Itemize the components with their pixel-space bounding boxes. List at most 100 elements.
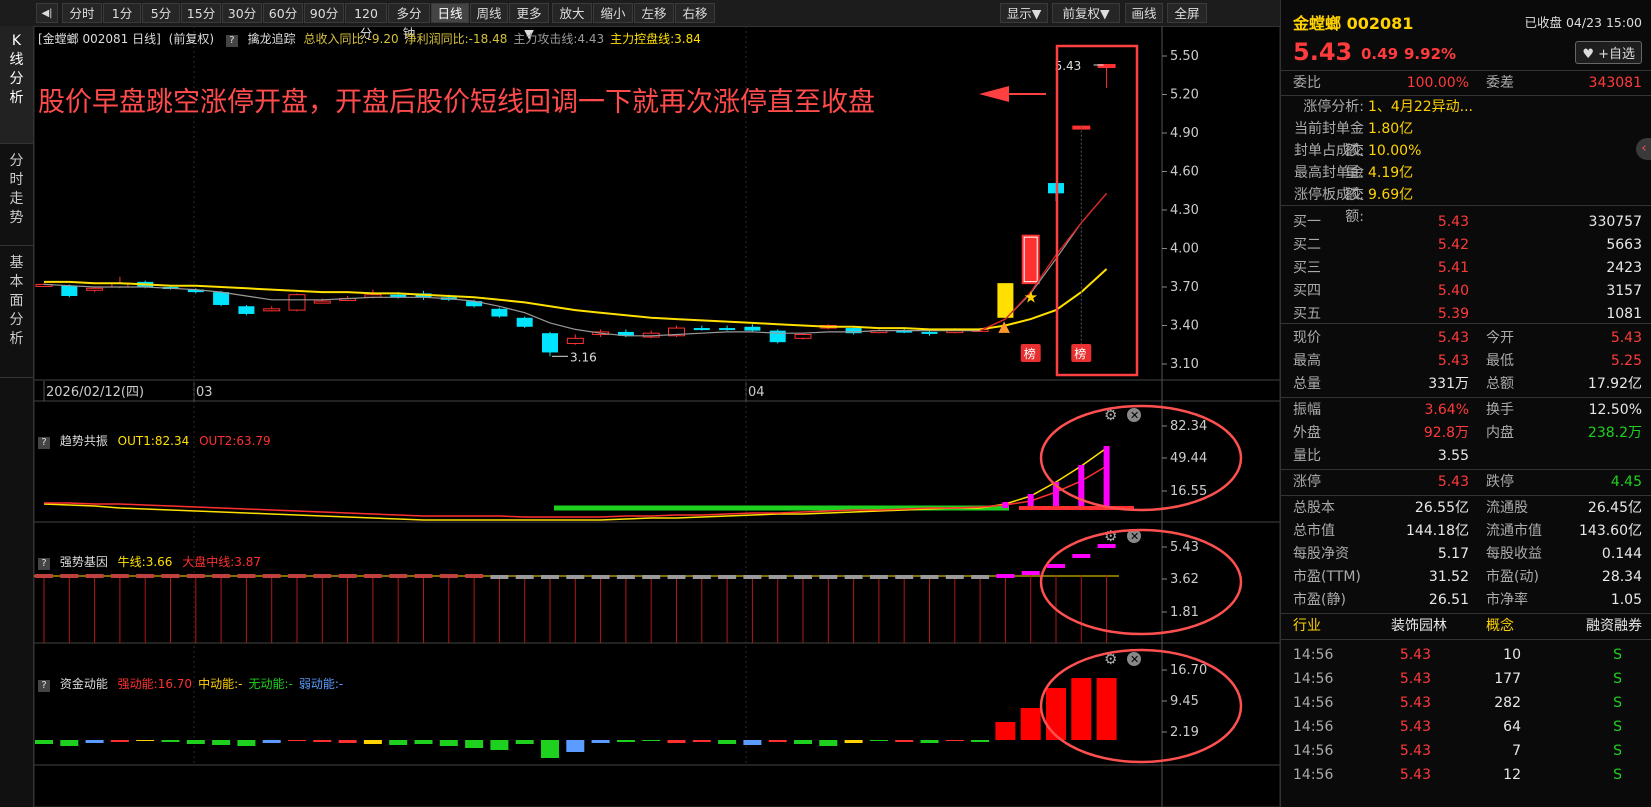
toolbar-right-button-3[interactable]: 全屏 [1167, 3, 1207, 23]
period-button-7[interactable]: 120分 [345, 3, 387, 41]
period-button-6[interactable]: 90分 [304, 3, 344, 23]
close-icon: ✕ [1127, 408, 1141, 422]
period-button-2[interactable]: 5分 [142, 3, 180, 23]
settings-icon: ⚙ [1104, 527, 1117, 545]
candle [719, 325, 736, 331]
y-tick-label: 4.30 [1170, 203, 1199, 218]
period-button-13[interactable]: 缩小 [593, 3, 633, 23]
industry-value[interactable]: 装饰园林 [1391, 615, 1447, 638]
date-label: 04 [748, 385, 765, 400]
candle [288, 293, 306, 312]
stat-value: 3.64% [1424, 402, 1469, 418]
help-icon[interactable]: ? [38, 680, 50, 692]
panel3-name: 资金动能 [59, 677, 108, 691]
period-button-3[interactable]: 15分 [181, 3, 221, 23]
left-tab-2[interactable]: 基本面分析 [0, 248, 33, 378]
stat-row: 最高 5.43 最低 5.25 [1281, 350, 1651, 373]
panel2-mark [895, 575, 914, 579]
toolbar-right-button-2[interactable]: 画线 [1125, 3, 1163, 23]
indicator-value-0: 总收入同比:-9.20 [303, 32, 399, 46]
tick-price: 5.43 [1399, 647, 1431, 663]
panel2-mark [136, 574, 155, 578]
collapse-sidebar-button[interactable]: ◀| [36, 3, 58, 23]
period-button-9[interactable]: 日线 [431, 3, 469, 23]
panel3-bar [566, 740, 585, 752]
period-button-8[interactable]: 多分钟 [388, 3, 430, 41]
left-tab-0[interactable]: K线分析 [0, 26, 33, 144]
panel3-bar [1071, 678, 1092, 740]
panel-tick-label: 16.55 [1170, 484, 1207, 499]
panel1-bar [1002, 502, 1009, 508]
period-button-14[interactable]: 左移 [634, 3, 674, 23]
toolbar-right-button-0[interactable]: 显示▼ [1000, 3, 1048, 23]
stat-key: 换手 [1486, 402, 1514, 418]
panel2-mark [363, 574, 382, 578]
panel3-bar [490, 740, 509, 750]
panel3-bar [186, 740, 205, 744]
rank-badge: 榜 [1071, 344, 1092, 362]
help-icon[interactable]: ? [38, 558, 50, 570]
rank-badge: 榜 [1020, 344, 1041, 362]
stat-value: 92.8万 [1423, 425, 1469, 441]
tick-row: 14:56 5.43 64 S [1281, 715, 1651, 739]
tick-volume: 177 [1494, 671, 1521, 687]
help-icon[interactable]: ? [225, 35, 238, 47]
period-button-4[interactable]: 30分 [222, 3, 262, 23]
candle [693, 325, 710, 331]
left-tab-1[interactable]: 分时走势 [0, 146, 33, 246]
panel2-mark [996, 574, 1015, 578]
candle [263, 306, 281, 312]
stat-value: 5.25 [1610, 353, 1642, 369]
help-icon[interactable]: ? [38, 437, 50, 449]
panel3-bar [136, 740, 155, 741]
panel2-mark [869, 575, 888, 579]
concept-key[interactable]: 概念 [1486, 615, 1514, 638]
panel3-bar [819, 740, 838, 746]
panel2-mark [35, 574, 53, 578]
panel3-bar [642, 740, 661, 741]
period-button-12[interactable]: 放大 [552, 3, 592, 23]
left-tab-label: K线分析 [9, 33, 24, 106]
tick-price: 5.43 [1399, 743, 1431, 759]
panel1-bar [1103, 446, 1110, 508]
panel-tick-label: 49.44 [1170, 451, 1207, 466]
rocket-icon: ▲ [998, 317, 1010, 335]
panel3-bar [313, 740, 332, 742]
candle [542, 331, 558, 357]
stat-value: 5.43 [1437, 474, 1469, 490]
panel3-bar [591, 740, 610, 743]
panel3-bar [414, 740, 433, 744]
y-tick-label: 4.60 [1170, 165, 1199, 180]
concept-value[interactable]: 融资融券 [1586, 615, 1642, 638]
panel3-bar [768, 740, 787, 742]
y-tick-label: 4.00 [1170, 242, 1199, 257]
panel2-mark [60, 574, 79, 578]
period-button-5[interactable]: 60分 [263, 3, 303, 23]
stat-value: 4.45 [1610, 474, 1642, 490]
toolbar-right-button-1[interactable]: 前复权▼ [1052, 3, 1120, 23]
panel3-bar [85, 740, 104, 743]
panel3-bar [389, 740, 408, 745]
period-button-1[interactable]: 1分 [103, 3, 141, 23]
main-chart-area[interactable]: 5.50 5.20 4.90 4.60 4.30 4.00 3.70 3.40 3.10 2026… [34, 26, 1280, 807]
period-button-0[interactable]: 分时 [62, 3, 102, 23]
candle [1097, 63, 1116, 89]
panel3-bar [844, 740, 863, 743]
stat-key: 流通股 [1486, 500, 1528, 516]
tick-side: S [1613, 647, 1622, 663]
stat-value: 1.05 [1610, 592, 1642, 608]
period-button-11[interactable]: 更多▼ [509, 3, 549, 41]
bid-volume: 3157 [1606, 283, 1642, 299]
panel2-mark [338, 574, 357, 578]
panel3-bar [363, 740, 382, 744]
panel2-mark [768, 575, 787, 579]
limit-value: 9.69亿 [1368, 187, 1414, 203]
tick-row: 14:56 5.43 282 S [1281, 691, 1651, 715]
last-price: 5.43 [1293, 38, 1353, 66]
panel3-bar [743, 740, 762, 745]
period-button-15[interactable]: 右移 [675, 3, 715, 23]
add-watchlist-button[interactable]: ♥ +自选 [1575, 41, 1642, 64]
candle [794, 333, 812, 340]
period-button-10[interactable]: 周线 [470, 3, 508, 23]
y-tick-label: 3.40 [1170, 319, 1199, 334]
